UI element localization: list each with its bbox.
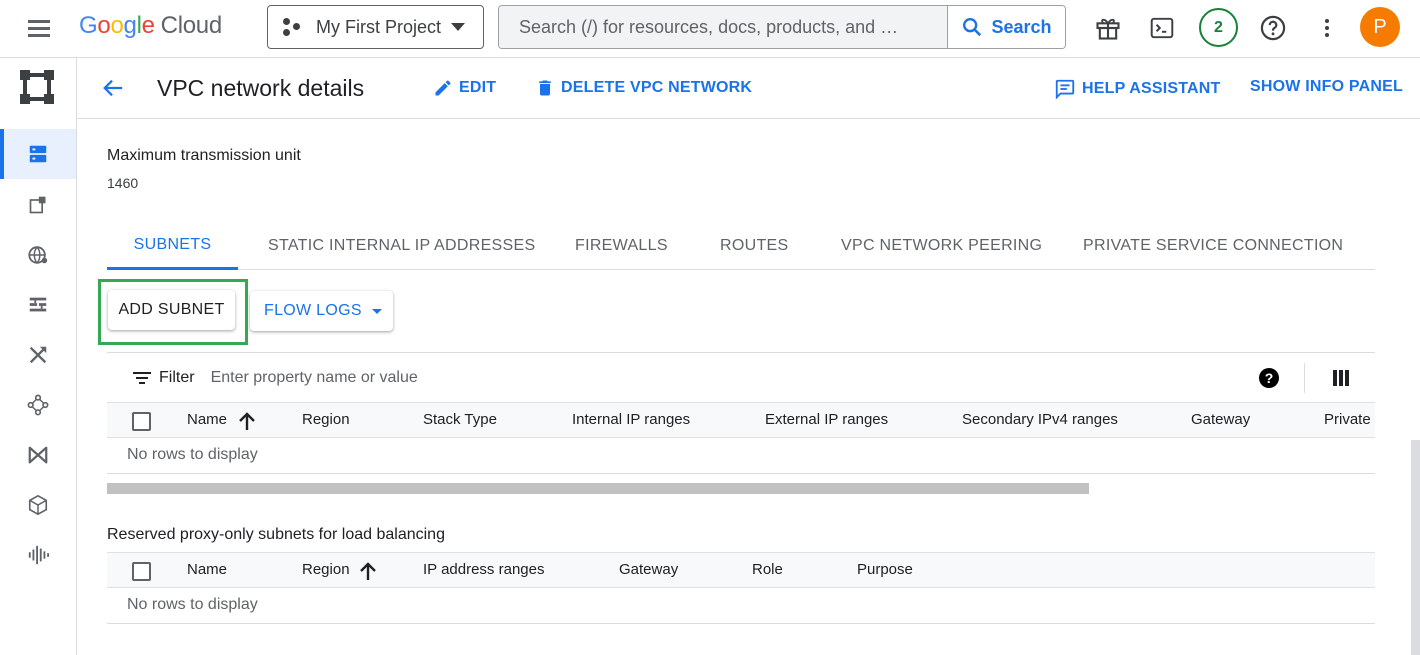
- feedback-icon: [1055, 79, 1075, 100]
- flow-logs-label: FLOW LOGS: [264, 302, 362, 319]
- left-nav: [0, 58, 77, 655]
- sort-up-icon[interactable]: [360, 562, 376, 585]
- select-all-checkbox[interactable]: [132, 562, 151, 581]
- chevron-down-icon: [451, 23, 465, 31]
- search-bar: Search: [498, 5, 1066, 49]
- subnets-table-header: Name Region Stack Type Internal IP range…: [107, 402, 1375, 438]
- page-header: VPC network details EDIT DELETE VPC NETW…: [77, 58, 1420, 119]
- project-icon: [282, 17, 302, 37]
- project-selector[interactable]: My First Project: [267, 5, 484, 49]
- help-assistant-label: HELP ASSISTANT: [1082, 80, 1221, 97]
- divider: [1304, 363, 1305, 393]
- filter-label[interactable]: Filter: [133, 369, 195, 387]
- cloud-shell-icon[interactable]: [1146, 12, 1178, 44]
- search-icon: [963, 18, 982, 37]
- col-stack-type[interactable]: Stack Type: [423, 411, 497, 428]
- tab-subnets[interactable]: SUBNETS: [107, 222, 238, 270]
- empty-text: No rows to display: [127, 446, 258, 463]
- delete-icon: [539, 80, 551, 96]
- proxy-section-title: Reserved proxy-only subnets for load bal…: [107, 526, 445, 543]
- filter-input[interactable]: [210, 368, 711, 387]
- proxy-table-header: Name Region IP address ranges Gateway Ro…: [107, 552, 1375, 588]
- edit-button[interactable]: EDIT: [433, 78, 496, 98]
- col-gateway[interactable]: Gateway: [1191, 411, 1250, 428]
- subnets-empty-row: No rows to display: [107, 438, 1375, 474]
- show-info-panel-label: SHOW INFO PANEL: [1250, 78, 1403, 95]
- col-region[interactable]: Region: [302, 411, 350, 428]
- col-private[interactable]: Private: [1324, 411, 1371, 428]
- proxy-empty-row: No rows to display: [107, 588, 1375, 624]
- col-internal-ip-ranges[interactable]: Internal IP ranges: [572, 411, 690, 428]
- search-button-label: Search: [991, 16, 1052, 37]
- help-assistant-button[interactable]: HELP ASSISTANT: [1054, 78, 1221, 100]
- nav-ip-addresses-icon[interactable]: [0, 180, 76, 230]
- nav-vpc-networks-icon[interactable]: [0, 129, 76, 179]
- delete-vpc-network-button[interactable]: DELETE VPC NETWORK: [535, 78, 752, 98]
- add-subnet-button[interactable]: ADD SUBNET: [108, 290, 235, 330]
- notification-badge[interactable]: 2: [1199, 8, 1238, 47]
- tab-vpc-network-peering[interactable]: VPC NETWORK PEERING: [841, 222, 1042, 270]
- empty-text: No rows to display: [127, 596, 258, 613]
- nav-shared-vpc-icon[interactable]: [0, 430, 76, 480]
- flow-logs-button[interactable]: FLOW LOGS: [250, 291, 393, 331]
- more-vert-icon[interactable]: [1311, 12, 1343, 44]
- nav-packet-mirroring-icon[interactable]: [0, 530, 76, 580]
- vertical-scrollbar[interactable]: [1411, 440, 1420, 655]
- sort-up-icon[interactable]: [239, 412, 255, 435]
- nav-peering-icon[interactable]: [0, 380, 76, 430]
- project-name: My First Project: [316, 16, 442, 37]
- mtu-label: Maximum transmission unit: [107, 147, 301, 164]
- delete-label: DELETE VPC NETWORK: [561, 79, 753, 96]
- horizontal-scrollbar[interactable]: [107, 483, 1089, 494]
- nav-firewall-icon[interactable]: [0, 280, 76, 330]
- google-cloud-logo[interactable]: Google Cloud: [79, 12, 222, 40]
- filter-text: Filter: [159, 368, 195, 386]
- edit-label: EDIT: [459, 79, 497, 96]
- col-name[interactable]: Name: [187, 561, 227, 578]
- edit-icon: [435, 80, 451, 96]
- tab-bar: SUBNETS STATIC INTERNAL IP ADDRESSES FIR…: [107, 222, 1375, 270]
- mtu-value: 1460: [107, 175, 139, 191]
- avatar[interactable]: P: [1360, 7, 1400, 47]
- back-arrow-icon[interactable]: [101, 77, 125, 104]
- show-info-panel-button[interactable]: SHOW INFO PANEL: [1250, 78, 1403, 96]
- caret-down-icon: [371, 308, 382, 314]
- col-role[interactable]: Role: [752, 561, 783, 578]
- select-all-checkbox[interactable]: [132, 412, 151, 431]
- col-region[interactable]: Region: [302, 561, 350, 578]
- gift-icon[interactable]: [1092, 12, 1124, 44]
- tab-static-internal-ip-addresses[interactable]: STATIC INTERNAL IP ADDRESSES: [268, 222, 535, 270]
- col-secondary-ipv4-ranges[interactable]: Secondary IPv4 ranges: [962, 411, 1118, 428]
- nav-serverless-access-icon[interactable]: [0, 480, 76, 530]
- col-name[interactable]: Name: [187, 411, 227, 428]
- vpc-product-icon[interactable]: [18, 68, 56, 106]
- filter-icon: [133, 371, 151, 384]
- search-button[interactable]: Search: [947, 6, 1065, 48]
- col-external-ip-ranges[interactable]: External IP ranges: [765, 411, 888, 428]
- column-display-icon[interactable]: [1333, 370, 1349, 391]
- menu-icon[interactable]: [26, 17, 52, 39]
- help-icon[interactable]: ?: [1259, 368, 1279, 388]
- filter-bar: Filter ?: [107, 352, 1375, 402]
- help-icon[interactable]: [1257, 12, 1289, 44]
- nav-routes-icon[interactable]: [0, 330, 76, 380]
- tab-routes[interactable]: ROUTES: [720, 222, 788, 270]
- col-ip-address-ranges[interactable]: IP address ranges: [423, 561, 544, 578]
- search-input[interactable]: [499, 6, 947, 48]
- page-title: VPC network details: [157, 75, 365, 101]
- tab-firewalls[interactable]: FIREWALLS: [575, 222, 668, 270]
- tab-private-service-connection[interactable]: PRIVATE SERVICE CONNECTION: [1083, 222, 1343, 270]
- col-purpose[interactable]: Purpose: [857, 561, 913, 578]
- nav-internal-ranges-icon[interactable]: [0, 230, 76, 280]
- top-bar: GoogleCloud My First Project Search 2 P: [0, 0, 1420, 58]
- add-subnet-label: ADD SUBNET: [118, 301, 225, 318]
- col-gateway[interactable]: Gateway: [619, 561, 678, 578]
